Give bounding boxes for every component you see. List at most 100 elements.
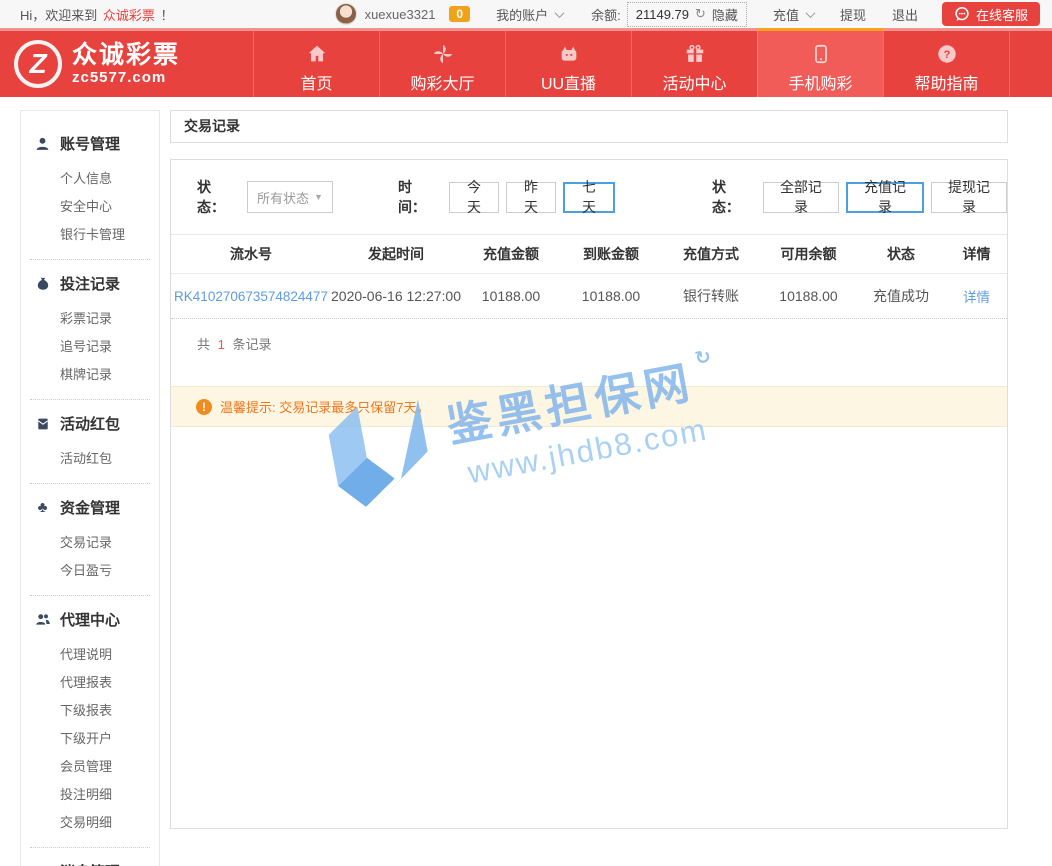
sidebar-item-member-management[interactable]: 会员管理 [21,753,159,781]
nav-item-label: 帮助指南 [914,70,978,94]
filter-bar: 状态： 所有状态 ▼ 时间： 今天 昨天 七天 状态： 全部记录 充值记录 提现… [171,160,1007,234]
summary-prefix: 共 [197,337,210,352]
cell-recharge-amount: 10188.00 [461,288,561,304]
section-title: 代理中心 [60,609,120,630]
nav-item-mobile-lottery[interactable]: 手机购彩 [757,31,883,97]
time-filter-today[interactable]: 今天 [449,182,499,213]
nav-item-help-guide[interactable]: ? 帮助指南 [883,31,1009,97]
my-account-menu[interactable]: 我的账户 [496,5,563,24]
customer-service-button[interactable]: 在线客服 [942,2,1040,26]
balance-label: 余额: [591,5,621,24]
sidebar-item-chase-records[interactable]: 追号记录 [21,333,159,361]
sidebar-item-activity-red-packet[interactable]: 活动红包 [21,445,159,473]
site-logo[interactable]: Z 众诚彩票 zc5577.com [0,31,253,97]
sidebar-item-board-game-records[interactable]: 棋牌记录 [21,361,159,389]
sidebar-item-security-center[interactable]: 安全中心 [21,193,159,221]
sidebar-divider [30,399,150,400]
col-status: 状态 [856,244,946,264]
refresh-icon[interactable]: ↻ [695,6,706,22]
sidebar: 账号管理 个人信息 安全中心 银行卡管理 投注记录 彩票记录 追号记录 棋牌记录… [20,110,160,866]
username[interactable]: xuexue3321 [365,7,436,22]
watermark: 鉴黑担保网 ↻ www.jhdb8.com [315,331,729,527]
nav-item-label: 首页 [300,70,332,94]
sidebar-divider [30,483,150,484]
nav-item-uu-live[interactable]: UU直播 [505,31,631,97]
sidebar-divider [30,847,150,848]
phone-icon [810,41,832,65]
help-icon: ? [936,41,958,65]
section-title: 活动红包 [60,413,120,434]
record-filter-recharge[interactable]: 充值记录 [846,182,924,213]
sidebar-item-agent-report[interactable]: 代理报表 [21,669,159,697]
record-filter-withdraw[interactable]: 提现记录 [931,182,1007,213]
summary-count: 1 [218,337,225,352]
record-filter-label: 状态： [712,177,751,217]
svg-text:?: ? [943,49,950,61]
my-account-label: 我的账户 [496,5,548,24]
sidebar-section-account: 账号管理 [21,133,159,154]
sidebar-divider [30,595,150,596]
sidebar-item-agent-info[interactable]: 代理说明 [21,641,159,669]
cell-received-amount: 10188.00 [561,288,661,304]
sidebar-item-today-profit-loss[interactable]: 今日盈亏 [21,557,159,585]
section-title: 账号管理 [60,133,120,154]
user-icon [34,136,51,152]
withdraw-button[interactable]: 提现 [840,5,866,24]
table-row: RK410270673574824477 2020-06-16 12:27:00… [171,274,1007,319]
nav-item-activity-center[interactable]: 活动中心 [631,31,757,97]
sidebar-section-agent: 代理中心 [21,609,159,630]
sidebar-section-bet-records: 投注记录 [21,273,159,294]
logo-z-icon: Z [14,40,62,88]
users-icon [34,612,51,627]
sidebar-item-subordinate-report[interactable]: 下级报表 [21,697,159,725]
sidebar-item-transaction-details[interactable]: 交易明细 [21,809,159,837]
col-recharge-method: 充值方式 [661,244,761,264]
cell-start-time: 2020-06-16 12:27:00 [331,288,461,304]
recharge-menu[interactable]: 充值 [773,5,814,24]
time-filter-label: 时间： [398,177,437,217]
detail-link[interactable]: 详情 [946,286,1007,306]
cell-recharge-method: 银行转账 [661,286,761,306]
summary-suffix: 条记录 [233,337,272,352]
club-icon: ♣ [34,500,51,515]
nav-filler [1009,31,1052,97]
live-cat-icon [558,41,580,65]
record-filter-all[interactable]: 全部记录 [763,182,839,213]
message-count-badge[interactable]: 0 [449,6,470,22]
exclamation-circle-icon: ! [196,399,212,415]
recharge-label: 充值 [773,5,799,24]
caret-down-icon: ▼ [314,192,323,202]
time-filter-yesterday[interactable]: 昨天 [506,182,556,213]
sidebar-item-personal-info[interactable]: 个人信息 [21,165,159,193]
welcome-prefix: Hi，欢迎来到 [20,8,97,23]
user-avatar[interactable] [335,3,357,25]
sidebar-item-lottery-records[interactable]: 彩票记录 [21,305,159,333]
time-filter-seven-days[interactable]: 七天 [563,182,615,213]
sidebar-item-bet-details[interactable]: 投注明细 [21,781,159,809]
cell-serial-no[interactable]: RK410270673574824477 [171,289,331,304]
nav-item-label: 活动中心 [662,70,726,94]
notice-bar: ! 温馨提示: 交易记录最多只保留7天。 [171,386,1007,427]
sidebar-section-messages: 消息管理 [21,861,159,866]
logout-button[interactable]: 退出 [892,5,918,24]
balance-value: 21149.79 [636,7,689,22]
red-envelope-icon [34,416,51,432]
status-dropdown[interactable]: 所有状态 ▼ [247,181,333,213]
col-available-balance: 可用余额 [761,244,856,264]
chevron-down-icon [555,8,565,18]
customer-service-label: 在线客服 [976,5,1028,24]
sidebar-item-transaction-records[interactable]: 交易记录 [21,529,159,557]
sidebar-item-subordinate-account[interactable]: 下级开户 [21,725,159,753]
nav-item-home[interactable]: 首页 [253,31,379,97]
status-dropdown-value: 所有状态 [257,188,309,207]
topbar: Hi，欢迎来到 众诚彩票 ！ xuexue3321 0 我的账户 余额: 211… [0,0,1052,28]
hide-balance-button[interactable]: 隐藏 [712,5,738,24]
nav-item-label: 购彩大厅 [410,70,474,94]
sidebar-item-bank-card[interactable]: 银行卡管理 [21,221,159,249]
topbar-right: xuexue3321 0 我的账户 余额: 21149.79 ↻ 隐藏 充值 提… [335,2,1040,27]
status-filter-label: 状态： [197,177,236,217]
welcome-suffix: ！ [161,8,174,23]
section-title: 资金管理 [60,497,120,518]
nav-item-lottery-hall[interactable]: 购彩大厅 [379,31,505,97]
page-title: 交易记录 [170,110,1008,143]
